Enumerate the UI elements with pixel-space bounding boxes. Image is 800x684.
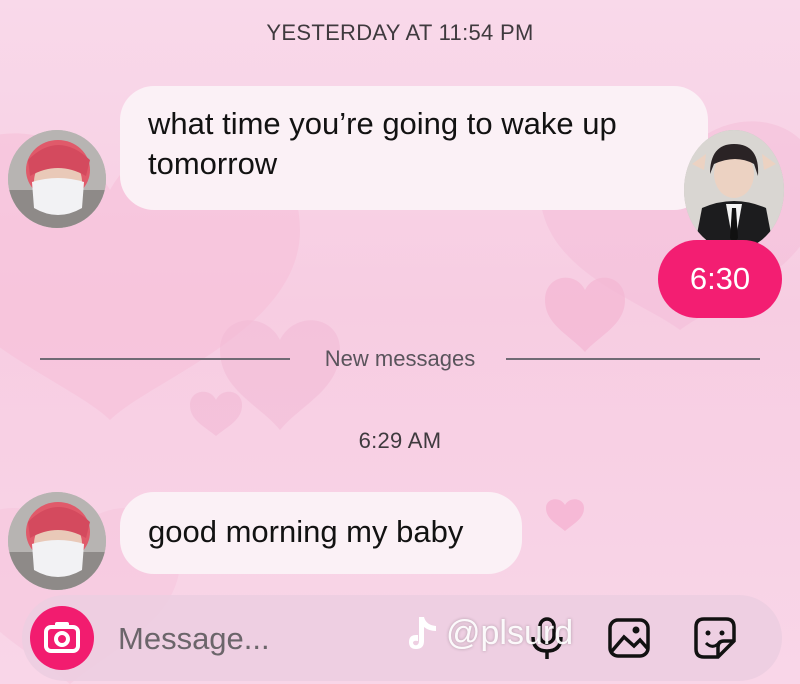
contact-avatar[interactable] xyxy=(8,130,106,228)
watermark: @plsurd xyxy=(406,614,573,653)
divider-label: New messages xyxy=(324,346,476,371)
watermark-text: @plsurd xyxy=(446,614,574,652)
user-photo xyxy=(684,130,784,250)
contact-photo xyxy=(8,492,106,590)
incoming-message-bubble[interactable]: what time you’re going to wake up tomorr… xyxy=(120,86,708,210)
message-text: what time you’re going to wake up tomorr… xyxy=(148,106,617,181)
camera-icon xyxy=(44,622,80,653)
message-text: good morning my baby xyxy=(148,514,464,549)
sticker-icon xyxy=(694,617,736,659)
outgoing-message-bubble[interactable]: 6:30 xyxy=(658,240,782,318)
contact-avatar[interactable] xyxy=(8,492,106,590)
new-messages-divider: New messages xyxy=(40,346,760,374)
camera-button[interactable] xyxy=(30,606,94,670)
my-avatar[interactable] xyxy=(684,130,784,250)
conversation-timestamp: YESTERDAY AT 11:54 PM xyxy=(266,20,534,45)
gallery-icon xyxy=(608,618,650,658)
gallery-button[interactable] xyxy=(604,613,654,663)
incoming-message-bubble[interactable]: good morning my baby xyxy=(120,492,522,574)
message-group-timestamp: 6:29 AM xyxy=(358,428,442,453)
message-text: 6:30 xyxy=(689,261,751,296)
tiktok-icon xyxy=(409,616,436,649)
contact-photo xyxy=(8,130,106,228)
message-composer xyxy=(22,595,782,681)
message-input[interactable] xyxy=(118,619,398,659)
sticker-button[interactable] xyxy=(690,613,740,663)
